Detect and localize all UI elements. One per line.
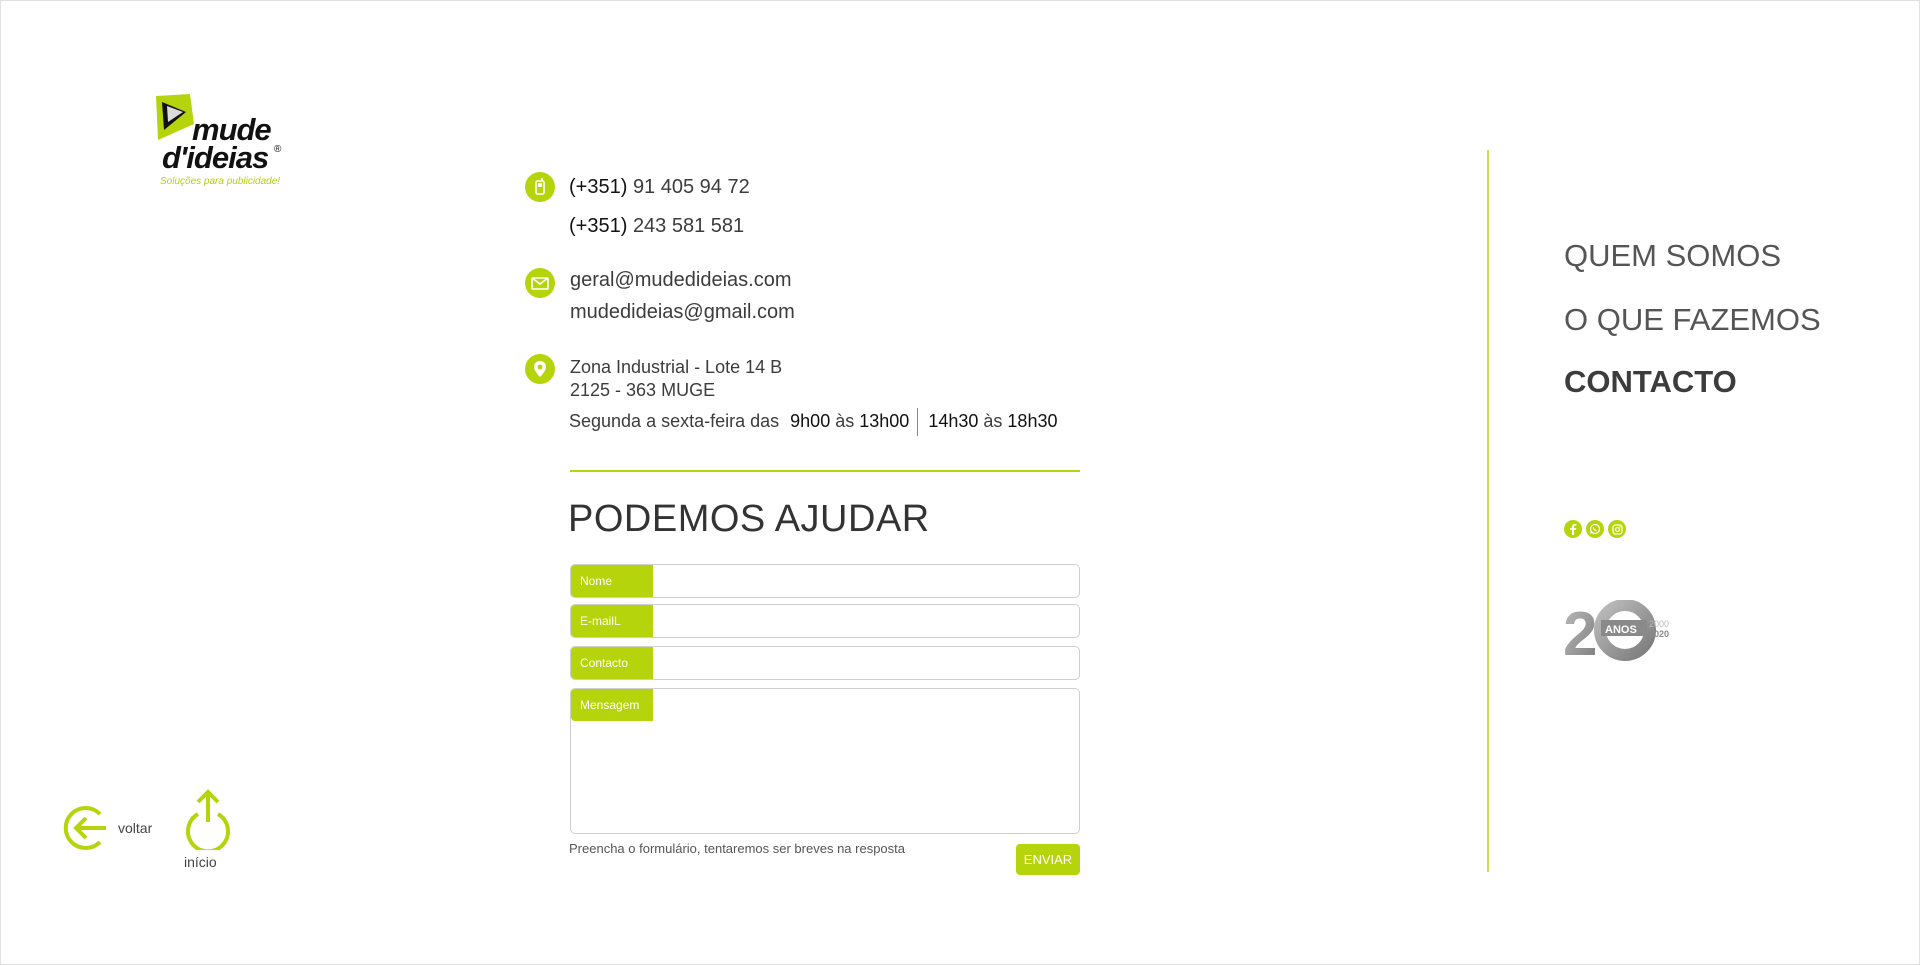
arrow-left-circle-icon (63, 806, 106, 850)
location-pin-icon (525, 354, 555, 384)
hours-divider (917, 408, 919, 436)
back-button[interactable]: voltar (62, 806, 152, 850)
nav-item-contacto[interactable]: CONTACTO (1564, 364, 1737, 400)
name-field[interactable]: Nome (570, 564, 1080, 599)
contact-field-label: Contacto (571, 647, 653, 679)
facebook-icon[interactable] (1564, 520, 1582, 538)
column-divider (1487, 150, 1489, 872)
phone-number: 243 581 581 (632, 215, 745, 237)
anniversary-badge: 2 ANOS 2000 2020 (1563, 599, 1673, 669)
hours-separator: às (835, 410, 855, 431)
opening-hours: Segunda a sexta-feira das 9h00 às 13h00 1… (569, 408, 1057, 436)
form-note: Preencha o formulário, tentaremos ser br… (569, 841, 906, 856)
phone-icon (525, 172, 555, 202)
home-label: início (184, 854, 217, 870)
registered-mark: ® (274, 144, 282, 155)
phone-number: 91 405 94 72 (632, 176, 750, 198)
nav-item-quem-somos[interactable]: QUEM SOMOS (1564, 238, 1781, 274)
phone-prefix: (+351) (569, 176, 628, 198)
logo-word-2: d'ideias (162, 140, 269, 175)
instagram-icon[interactable] (1608, 520, 1626, 538)
form-title: PODEMOS AJUDAR (568, 498, 930, 540)
nav-item-o-que-fazemos[interactable]: O QUE FAZEMOS (1564, 302, 1821, 338)
email-input[interactable] (655, 605, 1069, 639)
message-field-label: Mensagem (571, 689, 653, 721)
email-link-2[interactable]: mudedideias@gmail.com (570, 301, 795, 324)
hours-afternoon-end: 18h30 (1007, 410, 1058, 431)
name-field-label: Nome (571, 565, 653, 597)
message-field[interactable]: Mensagem (570, 688, 1080, 834)
hours-morning-end: 13h00 (859, 410, 910, 431)
logo-wordmark: mude d'ideias (162, 114, 272, 175)
hours-afternoon-start: 14h30 (928, 410, 979, 431)
send-button[interactable]: ENVIAR (1016, 844, 1080, 875)
badge-number-2: 2 (1563, 600, 1597, 664)
hours-days: Segunda a sexta-feira das (569, 410, 780, 431)
name-input[interactable] (655, 565, 1069, 599)
hours-morning-start: 9h00 (790, 410, 831, 431)
brand-logo[interactable]: mude d'ideias ® Soluções para publicidad… (148, 92, 288, 192)
phone-line-2[interactable]: (+351) 243 581 581 (569, 215, 744, 238)
contact-field[interactable]: Contacto (570, 646, 1080, 681)
email-field-label: E-mailL (571, 605, 653, 637)
message-textarea[interactable] (579, 723, 1073, 827)
whatsapp-icon[interactable] (1586, 520, 1604, 538)
address-line-2: 2125 - 363 MUGE (570, 380, 716, 400)
mail-icon (525, 268, 555, 298)
badge-label: ANOS (1605, 624, 1637, 636)
badge-year-end: 2020 (1649, 629, 1669, 639)
contact-input[interactable] (655, 647, 1069, 681)
back-label: voltar (118, 820, 153, 836)
phone-prefix: (+351) (569, 215, 628, 237)
email-link-1[interactable]: geral@mudedideias.com (570, 269, 792, 292)
badge-year-start: 2000 (1649, 619, 1669, 629)
hours-separator: às (983, 410, 1003, 431)
section-divider (570, 470, 1080, 472)
address-line-1: Zona Industrial - Lote 14 B (570, 357, 783, 377)
email-field[interactable]: E-mailL (570, 604, 1080, 639)
phone-line-1[interactable]: (+351) 91 405 94 72 (569, 176, 750, 199)
home-button[interactable]: início (184, 788, 230, 870)
social-links (1564, 520, 1626, 538)
arrow-up-circle-icon (186, 789, 230, 854)
logo-tagline: Soluções para publicidade! (160, 176, 281, 187)
